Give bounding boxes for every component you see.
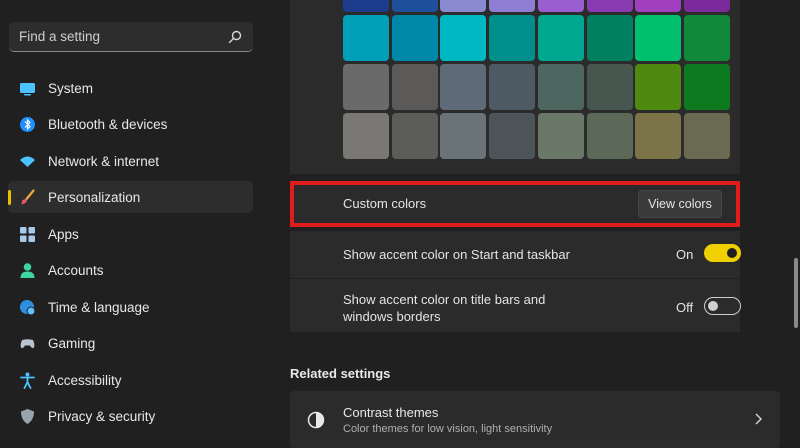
monitor-icon: [20, 83, 35, 96]
accent-start-taskbar-label: Show accent color on Start and taskbar: [343, 247, 570, 262]
sidebar-item-label: Accessibility: [48, 372, 122, 388]
sidebar-item-personalization[interactable]: Personalization: [8, 181, 253, 213]
toggle-knob: [708, 300, 718, 311]
search-input[interactable]: Find a setting: [19, 29, 227, 44]
sidebar-item-time-language[interactable]: Time & language: [8, 291, 253, 323]
active-indicator: [8, 190, 11, 205]
color-swatch[interactable]: [489, 113, 536, 159]
color-swatch[interactable]: [440, 15, 487, 61]
color-swatch[interactable]: [683, 113, 730, 159]
color-swatch[interactable]: [343, 15, 389, 61]
color-swatch[interactable]: [489, 15, 536, 61]
color-swatch[interactable]: [635, 15, 682, 61]
contrast-icon: [307, 411, 325, 429]
sidebar-item-label: Time & language: [48, 299, 150, 315]
color-swatch[interactable]: [537, 0, 584, 12]
color-swatch[interactable]: [537, 113, 584, 159]
sidebar-item-label: Apps: [48, 226, 79, 242]
color-swatch[interactable]: [586, 64, 633, 110]
color-swatch[interactable]: [391, 64, 438, 110]
color-swatch[interactable]: [683, 0, 730, 12]
shield-icon: [21, 409, 34, 424]
custom-colors-row: Custom colors View colors: [290, 181, 740, 227]
color-swatch[interactable]: [635, 0, 682, 12]
color-swatch[interactable]: [343, 113, 389, 159]
scrollbar[interactable]: [794, 258, 798, 328]
contrast-themes-subtitle: Color themes for low vision, light sensi…: [343, 423, 553, 435]
color-swatch[interactable]: [635, 64, 682, 110]
search-box[interactable]: Find a setting: [9, 22, 253, 52]
sidebar-item-label: System: [48, 80, 94, 96]
chevron-right-icon: [755, 413, 762, 425]
accent-titlebars-toggle[interactable]: [704, 297, 741, 315]
color-swatch[interactable]: [489, 64, 536, 110]
color-swatch[interactable]: [440, 113, 487, 159]
contrast-themes-card[interactable]: Contrast themes Color themes for low vis…: [290, 391, 780, 448]
custom-colors-label: Custom colors: [343, 196, 427, 211]
main-content: Custom colors View colors Show accent co…: [270, 0, 800, 448]
accent-titlebars-row: Show accent color on title bars and wind…: [290, 279, 741, 332]
sidebar-item-gaming[interactable]: Gaming: [8, 327, 253, 359]
color-swatch[interactable]: [586, 0, 633, 12]
sidebar-item-accounts[interactable]: Accounts: [8, 254, 253, 286]
color-swatch[interactable]: [391, 113, 438, 159]
toggle-state-label: Off: [676, 300, 694, 315]
sidebar-item-label: Accounts: [48, 262, 104, 278]
color-swatch[interactable]: [440, 0, 487, 12]
accent-color-grid: [290, 0, 740, 174]
color-swatch[interactable]: [537, 64, 584, 110]
color-swatch[interactable]: [586, 15, 633, 61]
sidebar-item-network[interactable]: Network & internet: [8, 145, 253, 177]
color-swatch[interactable]: [343, 0, 389, 12]
wifi-icon: [20, 156, 35, 167]
sidebar-item-label: Gaming: [48, 335, 96, 351]
sidebar: Find a setting System Bluetooth & device…: [0, 0, 270, 448]
accent-titlebars-label-line2: windows borders: [343, 309, 441, 324]
sidebar-item-apps[interactable]: Apps: [8, 218, 253, 250]
apps-icon: [20, 227, 35, 242]
controller-icon: [20, 339, 35, 349]
color-swatch[interactable]: [391, 15, 438, 61]
color-swatch[interactable]: [391, 0, 438, 12]
color-swatch[interactable]: [489, 0, 536, 12]
sidebar-item-system[interactable]: System: [8, 72, 253, 104]
accent-titlebars-label-line1: Show accent color on title bars and: [343, 292, 546, 307]
sidebar-item-label: Network & internet: [48, 153, 160, 169]
sidebar-item-label: Personalization: [48, 189, 141, 205]
bluetooth-icon: [20, 117, 35, 132]
person-icon: [20, 263, 35, 278]
color-swatch[interactable]: [683, 15, 730, 61]
toggle-knob: [727, 248, 737, 258]
contrast-themes-title: Contrast themes: [343, 405, 439, 420]
sidebar-item-label: Bluetooth & devices: [48, 116, 168, 132]
color-swatch[interactable]: [440, 64, 487, 110]
brush-icon: [21, 189, 35, 205]
toggle-state-label: On: [676, 247, 694, 262]
related-settings-heading: Related settings: [290, 366, 391, 381]
accessibility-icon: [20, 372, 35, 389]
accent-start-taskbar-toggle[interactable]: [704, 244, 741, 262]
color-swatch[interactable]: [586, 113, 633, 159]
accent-start-taskbar-row: Show accent color on Start and taskbar O…: [290, 231, 741, 278]
sidebar-item-accessibility[interactable]: Accessibility: [8, 364, 253, 396]
color-swatch[interactable]: [343, 64, 389, 110]
color-swatch[interactable]: [635, 113, 682, 159]
sidebar-item-label: Privacy & security: [48, 408, 156, 424]
search-icon[interactable]: [227, 29, 243, 45]
view-colors-button[interactable]: View colors: [638, 190, 722, 218]
sidebar-item-bluetooth[interactable]: Bluetooth & devices: [8, 108, 253, 140]
color-swatch[interactable]: [683, 64, 730, 110]
globe-clock-icon: [20, 300, 36, 316]
sidebar-item-privacy-security[interactable]: Privacy & security: [8, 400, 253, 432]
color-swatch[interactable]: [537, 15, 584, 61]
